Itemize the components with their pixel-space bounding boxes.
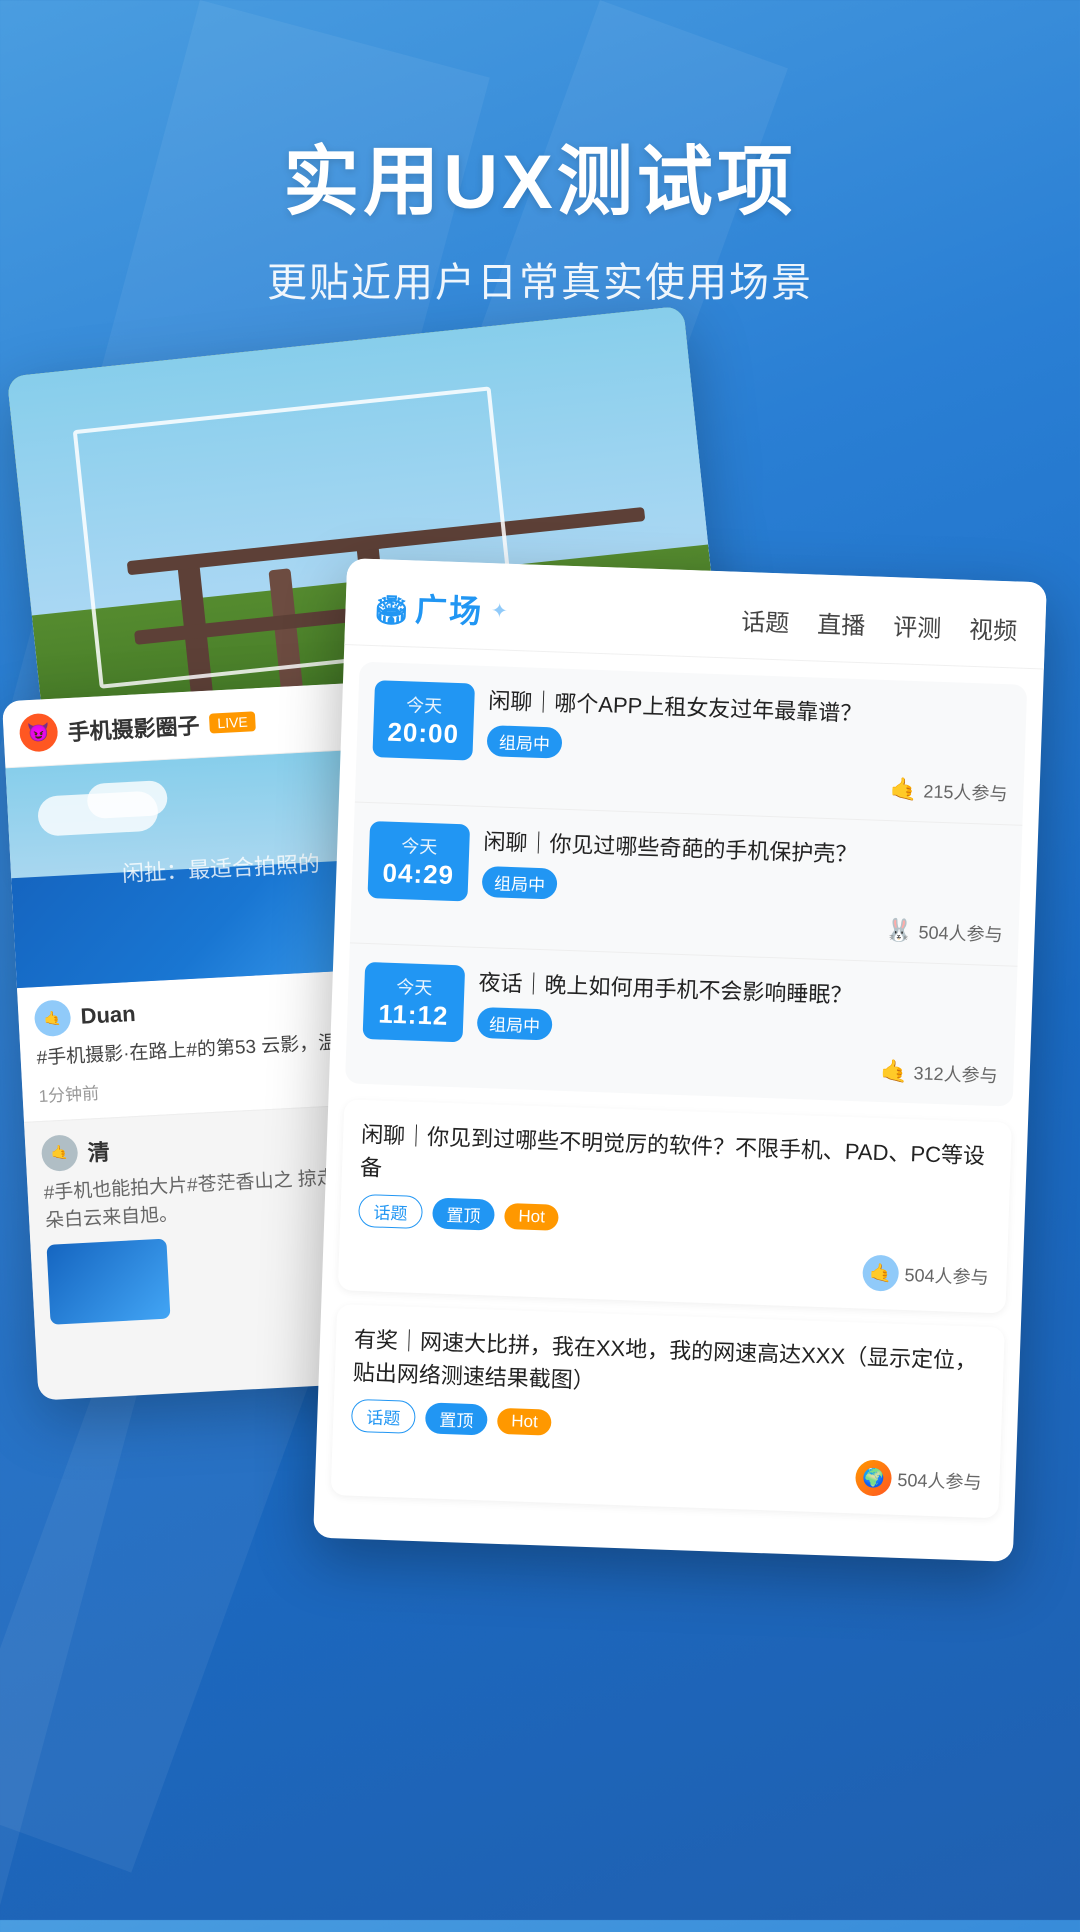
time-value-1: 20:00 <box>385 717 462 751</box>
topic-row-2: 今天 04:29 闲聊｜你见过哪些奇葩的手机保护壳？ 组局中 🐰 504人参与 <box>350 802 1023 966</box>
topic-participants-3: 🤙 312人参与 <box>476 1044 999 1088</box>
single-topic-title-2: 有奖｜网速大比拼，我在XX地，我的网速高达XXX（显示定位，贴出网络测速结果截图… <box>352 1323 986 1411</box>
main-card-header: 🏟广场 ✦ 话题 直播 评测 视频 <box>344 558 1047 669</box>
tag-top-1: 置顶 <box>432 1197 495 1230</box>
tag-topic-1: 话题 <box>358 1194 423 1229</box>
participants-avatar-1: 🤙 <box>862 1255 899 1292</box>
post-2-username: 清 <box>87 1134 111 1167</box>
time-value-3: 11:12 <box>375 998 452 1032</box>
app-logo: 🏟广场 ✦ <box>373 583 509 634</box>
topic-title-3: 夜话｜晚上如何用手机不会影响睡眠？ <box>478 966 1001 1017</box>
feed-live-badge: LIVE <box>209 711 256 733</box>
logo-text: 🏟广场 <box>373 583 484 633</box>
participant-count-3: 312人参与 <box>913 1059 998 1088</box>
topic-title-2: 闲聊｜你见过哪些奇葩的手机保护壳？ <box>483 825 1006 876</box>
sub-title: 更贴近用户日常真实使用场景 <box>0 250 1080 308</box>
single-topic-1: 闲聊｜你见到过哪些不明觉厉的软件？不限手机、PAD、PC等设备 话题 置顶 Ho… <box>338 1099 1012 1313</box>
participant-icon-2: 🐰 <box>885 917 913 944</box>
topic-content-1: 闲聊｜哪个APP上租女友过年最靠谱？ 组局中 🤙 215人参与 <box>485 684 1010 806</box>
topic-content-3: 夜话｜晚上如何用手机不会影响睡眠？ 组局中 🤙 312人参与 <box>476 966 1001 1088</box>
topic-title-1: 闲聊｜哪个APP上租女友过年最靠谱？ <box>488 684 1011 735</box>
topic-participants-1: 🤙 215人参与 <box>485 762 1008 806</box>
time-value-2: 04:29 <box>380 857 457 891</box>
topic-participants-2: 🐰 504人参与 <box>480 903 1003 947</box>
feed-avatar: 😈 <box>19 713 59 753</box>
single-topic-title-1: 闲聊｜你见到过哪些不明觉厉的软件？不限手机、PAD、PC等设备 <box>359 1118 993 1206</box>
nav-tab-video[interactable]: 视频 <box>969 609 1018 646</box>
post-2-avatar: 🤙 <box>41 1134 79 1172</box>
tag-topic-2: 话题 <box>351 1399 416 1434</box>
feed-title: 手机摄影圈子 <box>67 708 201 747</box>
cards-area: 😈 手机摄影圈子 LIVE 闲扯：最适合拍照的 🤙 Duan #手机摄影·在路上… <box>0 340 1080 1920</box>
header-section: 实用UX测试项 更贴近用户日常真实使用场景 <box>0 0 1080 368</box>
time-box-2: 今天 04:29 <box>367 821 470 901</box>
tag-top-2: 置顶 <box>425 1402 488 1435</box>
post-2-image <box>46 1238 170 1324</box>
topic-badge-3: 组局中 <box>477 1007 553 1041</box>
tag-hot-2: Hot <box>497 1407 552 1435</box>
main-card: 🏟广场 ✦ 话题 直播 评测 视频 今天 20:00 闲聊｜哪个APP上租女友过… <box>313 558 1047 1562</box>
logo-sparkle: ✦ <box>491 598 509 624</box>
post-1-username: Duan <box>80 1001 136 1030</box>
participant-icon-3: 🤙 <box>880 1058 908 1085</box>
topic-row-3: 今天 11:12 夜话｜晚上如何用手机不会影响睡眠？ 组局中 🤙 312人参与 <box>345 943 1017 1106</box>
post-1-avatar: 🤙 <box>34 999 72 1037</box>
time-box-3: 今天 11:12 <box>363 962 466 1042</box>
nav-tab-live[interactable]: 直播 <box>817 604 866 641</box>
time-label-3: 今天 <box>376 972 453 1001</box>
topic-group: 今天 20:00 闲聊｜哪个APP上租女友过年最靠谱？ 组局中 🤙 215人参与… <box>345 662 1027 1107</box>
participant-icon-1: 🤙 <box>890 776 918 803</box>
time-label-2: 今天 <box>381 831 458 860</box>
participant-count-2: 504人参与 <box>918 918 1003 947</box>
participants-count-s1: 504人参与 <box>904 1261 989 1290</box>
main-title: 实用UX测试项 <box>0 120 1080 230</box>
topic-row-1: 今天 20:00 闲聊｜哪个APP上租女友过年最靠谱？ 组局中 🤙 215人参与 <box>355 662 1028 826</box>
participants-count-s2: 504人参与 <box>897 1466 982 1495</box>
nav-tabs: 话题 直播 评测 视频 <box>741 601 1018 646</box>
participants-avatar-2: 🌍 <box>855 1459 892 1496</box>
topic-content-2: 闲聊｜你见过哪些奇葩的手机保护壳？ 组局中 🐰 504人参与 <box>480 825 1005 947</box>
topic-badge-1: 组局中 <box>486 725 562 759</box>
time-box-1: 今天 20:00 <box>372 680 475 760</box>
topic-badge-2: 组局中 <box>482 866 558 900</box>
nav-tab-review[interactable]: 评测 <box>893 607 942 644</box>
tag-hot-1: Hot <box>504 1202 559 1230</box>
participant-count-1: 215人参与 <box>923 777 1008 806</box>
time-label-1: 今天 <box>386 691 463 720</box>
nav-tab-topics[interactable]: 话题 <box>741 601 790 638</box>
single-topic-2: 有奖｜网速大比拼，我在XX地，我的网速高达XXX（显示定位，贴出网络测速结果截图… <box>331 1304 1005 1518</box>
